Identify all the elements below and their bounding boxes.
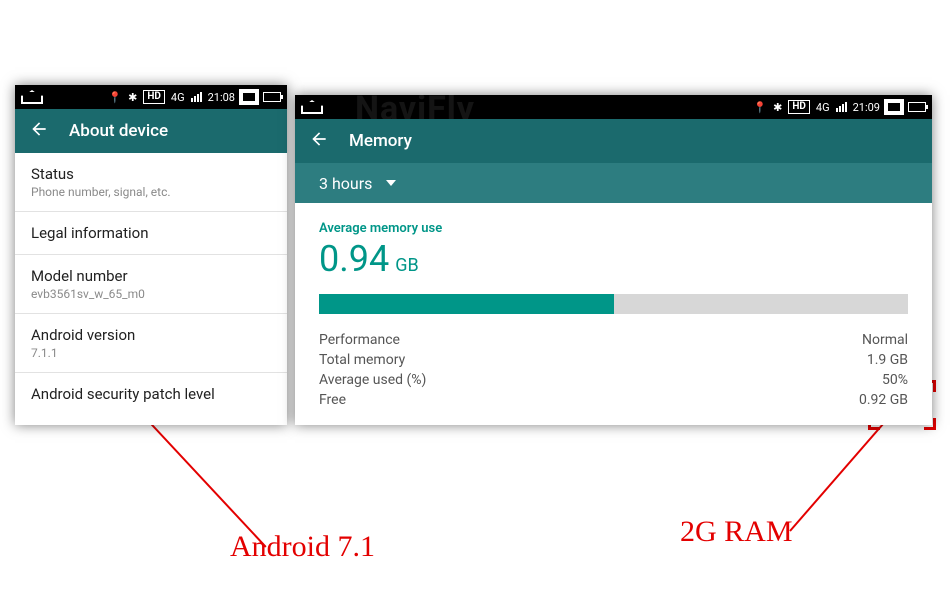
memory-panel: NaviFly 📍 ✱ HD 4G 21:09 Memory 3 hours A… <box>295 95 932 425</box>
item-title: Android version <box>31 326 271 344</box>
recents-icon <box>241 91 257 103</box>
about-device-panel: 📍 ✱ HD 4G 21:08 About device Status Phon… <box>15 85 287 425</box>
hd-icon: HD <box>143 90 165 104</box>
net-label: 4G <box>171 91 185 104</box>
hd-icon: HD <box>788 100 810 114</box>
bluetooth-icon: ✱ <box>773 101 782 114</box>
avg-memory-unit: GB <box>395 255 418 276</box>
avg-memory-value: 0.94 GB <box>319 238 908 280</box>
battery-icon <box>908 102 926 112</box>
item-sub: 7.1.1 <box>31 346 271 360</box>
stat-free: Free 0.92 GB <box>319 390 908 410</box>
page-title: Memory <box>349 131 412 151</box>
item-title: Model number <box>31 267 271 285</box>
memory-bar-fill <box>319 294 614 314</box>
memory-content: Average memory use 0.94 GB Performance N… <box>295 203 932 425</box>
item-title: Android security patch level <box>31 385 271 403</box>
back-icon[interactable] <box>309 129 329 153</box>
item-title: Status <box>31 165 271 183</box>
location-icon: 📍 <box>108 91 122 104</box>
location-icon: 📍 <box>753 101 767 114</box>
stat-val: 0.92 GB <box>859 392 908 408</box>
callout-android-label: Android 7.1 <box>230 530 375 564</box>
battery-icon <box>263 92 281 102</box>
chevron-down-icon <box>386 180 396 186</box>
statusbar-right: NaviFly 📍 ✱ HD 4G 21:09 <box>295 95 932 119</box>
stat-average-used: Average used (%) 50% <box>319 370 908 390</box>
stat-performance: Performance Normal <box>319 330 908 350</box>
page-title: About device <box>69 121 168 141</box>
clock: 21:09 <box>853 101 880 114</box>
net-label: 4G <box>816 101 830 114</box>
memory-stats: Performance Normal Total memory 1.9 GB A… <box>319 330 908 410</box>
recents-icon <box>886 101 902 113</box>
stat-val: Normal <box>862 332 908 348</box>
signal-icon <box>836 102 847 112</box>
clock: 21:08 <box>208 91 235 104</box>
time-range-selector[interactable]: 3 hours <box>295 163 932 203</box>
memory-bar <box>319 294 908 314</box>
item-status[interactable]: Status Phone number, signal, etc. <box>15 153 287 212</box>
signal-icon <box>191 92 202 102</box>
home-icon <box>301 100 323 114</box>
statusbar-left: 📍 ✱ HD 4G 21:08 <box>15 85 287 109</box>
appbar-memory: Memory <box>295 119 932 163</box>
stat-key: Performance <box>319 332 400 348</box>
stat-val: 1.9 GB <box>867 352 908 368</box>
home-icon <box>21 90 43 104</box>
appbar-about: About device <box>15 109 287 153</box>
item-android-version[interactable]: Android version 7.1.1 <box>15 314 287 373</box>
about-list: Status Phone number, signal, etc. Legal … <box>15 153 287 425</box>
item-sub: Phone number, signal, etc. <box>31 185 271 199</box>
stat-key: Average used (%) <box>319 372 426 388</box>
item-title: Legal information <box>31 224 271 242</box>
item-security-patch[interactable]: Android security patch level <box>15 373 287 415</box>
stat-key: Free <box>319 392 346 408</box>
back-icon[interactable] <box>29 119 49 143</box>
avg-memory-number: 0.94 <box>319 238 389 280</box>
callout-ram-label: 2G RAM <box>680 515 793 549</box>
stat-key: Total memory <box>319 352 405 368</box>
stat-val: 50% <box>882 372 908 388</box>
time-range-label: 3 hours <box>319 174 372 193</box>
item-model[interactable]: Model number evb3561sv_w_65_m0 <box>15 255 287 314</box>
stat-total-memory: Total memory 1.9 GB <box>319 350 908 370</box>
item-legal[interactable]: Legal information <box>15 212 287 255</box>
avg-memory-label: Average memory use <box>319 221 908 236</box>
bluetooth-icon: ✱ <box>128 91 137 104</box>
item-sub: evb3561sv_w_65_m0 <box>31 287 271 301</box>
